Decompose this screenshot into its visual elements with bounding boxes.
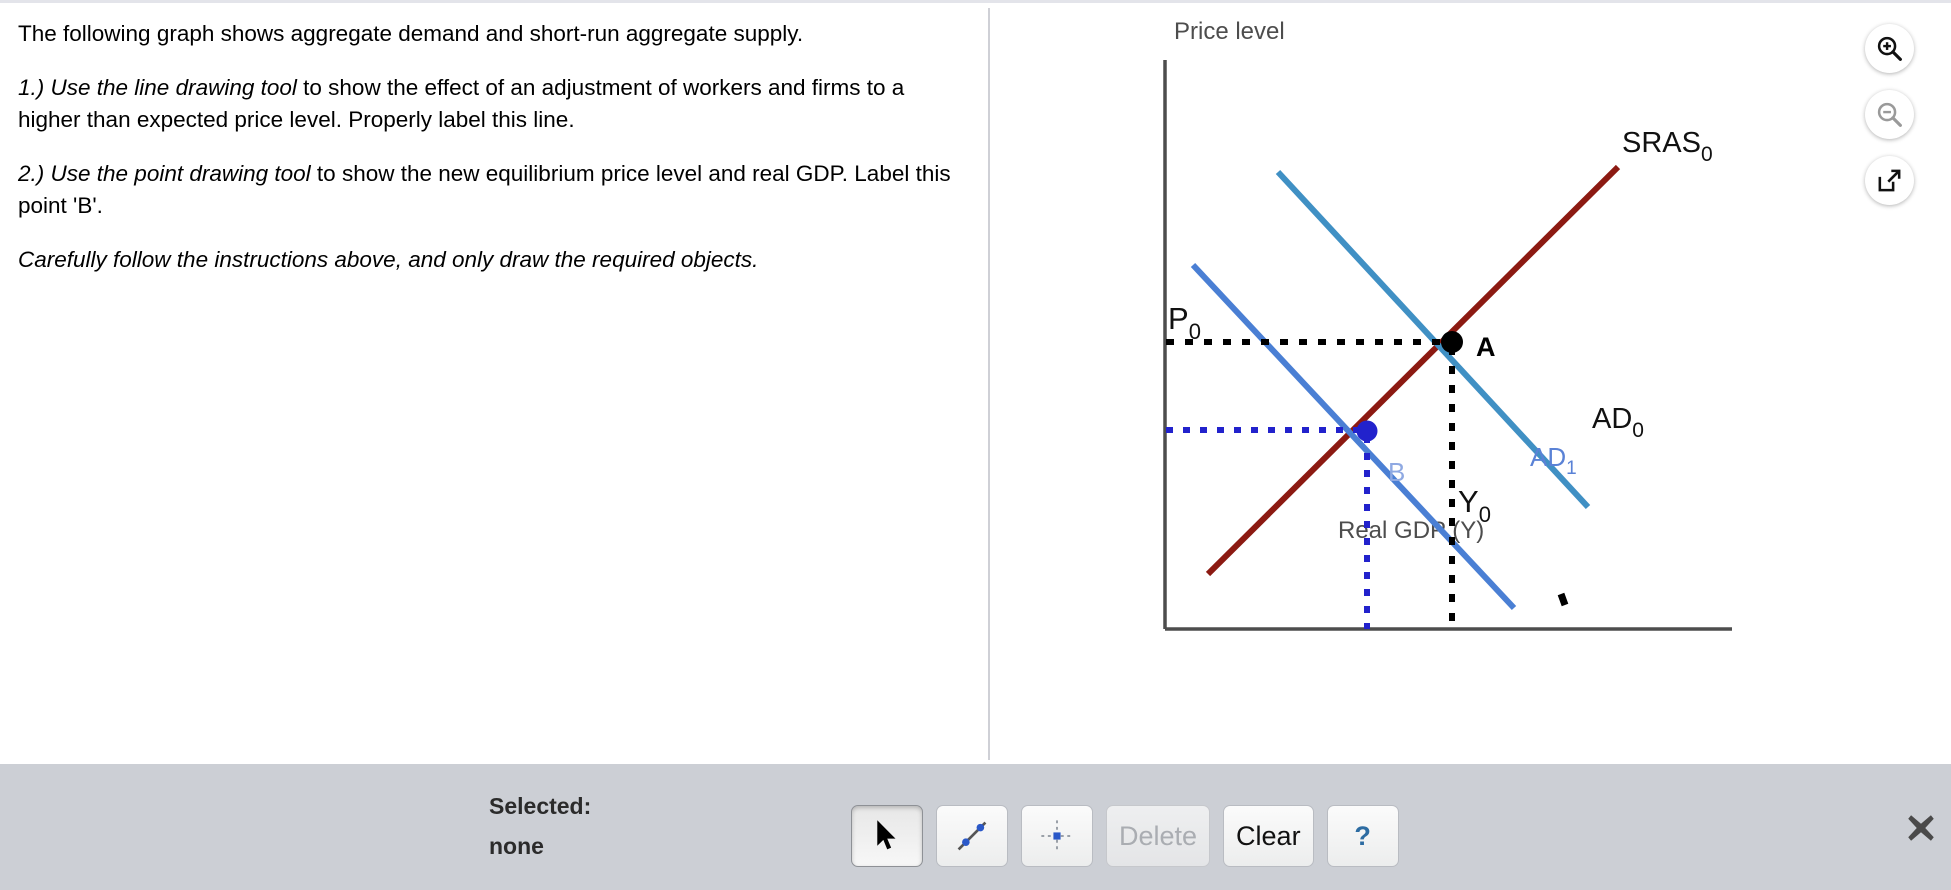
delete-button[interactable]: Delete — [1106, 805, 1211, 867]
point-b-marker[interactable] — [1356, 420, 1378, 442]
exercise-graph-widget: The following graph shows aggregate dema… — [0, 0, 1951, 890]
p0-label: P0 — [1168, 301, 1201, 344]
instructions-pane: The following graph shows aggregate dema… — [0, 4, 988, 764]
point-draw-icon — [1041, 820, 1073, 852]
zoom-out-button[interactable] — [1865, 90, 1914, 139]
ad0-label: AD0 — [1592, 403, 1644, 442]
ad0-label-subscript: 0 — [1632, 419, 1644, 442]
sras0-label-subscript: 0 — [1701, 143, 1713, 166]
ad0-label-text: AD — [1592, 403, 1632, 435]
y-axis-title: Price level — [1174, 18, 1285, 45]
sras0-label-text: SRAS — [1622, 127, 1701, 159]
sras0-label: SRAS0 — [1622, 127, 1713, 166]
selected-label: Selected: — [489, 793, 592, 819]
ad-sras-graph[interactable]: Price level Real GDP (Y) SRAS0 AD0 AD1 P… — [990, 4, 1951, 764]
help-button[interactable]: ? — [1326, 805, 1399, 867]
drawing-toolbar: Selected: none Delete Clear ? — [0, 764, 1951, 890]
select-tool-button[interactable] — [851, 805, 923, 867]
line-draw-icon — [957, 821, 987, 851]
graph-zoom-controls — [1865, 24, 1923, 222]
cursor-arrow-icon — [877, 820, 896, 850]
pop-out-button[interactable] — [1865, 156, 1914, 205]
point-b-label: B — [1388, 457, 1405, 487]
point-tool-button[interactable] — [1021, 805, 1093, 867]
p0-label-text: P — [1168, 301, 1189, 336]
x-axis-title: Real GDP (Y) — [1338, 517, 1484, 544]
zoom-in-icon — [1877, 36, 1902, 61]
zoom-out-icon — [1877, 102, 1902, 127]
line-tool-button[interactable] — [936, 805, 1008, 867]
point-a-label: A — [1476, 332, 1496, 362]
sras0-curve[interactable] — [1205, 164, 1621, 577]
ad1-label-subscript: 1 — [1566, 458, 1577, 479]
instructions-closing: Carefully follow the instructions above,… — [18, 247, 759, 272]
close-button[interactable] — [1904, 811, 1938, 845]
graph-pane[interactable]: Price level Real GDP (Y) SRAS0 AD0 AD1 P… — [990, 4, 1951, 764]
step-1-emphasis: 1.) Use the line drawing tool — [18, 75, 297, 100]
p0-label-subscript: 0 — [1189, 319, 1201, 344]
instructions-intro: The following graph shows aggregate dema… — [18, 21, 804, 46]
instruction-step-2: 2.) Use the point drawing tool to show t… — [18, 158, 970, 222]
top-divider — [0, 0, 1951, 3]
zoom-in-button[interactable] — [1865, 24, 1914, 73]
stray-mark — [1557, 592, 1569, 607]
clear-button[interactable]: Clear — [1223, 805, 1314, 867]
pop-out-icon — [1878, 169, 1901, 192]
selection-status: Selected: none — [489, 786, 591, 866]
y0-label-subscript: 0 — [1479, 502, 1491, 527]
point-a-marker[interactable] — [1441, 331, 1463, 353]
step-2-emphasis: 2.) Use the point drawing tool — [18, 161, 311, 186]
instruction-step-1: 1.) Use the line drawing tool to show th… — [18, 72, 970, 136]
close-icon — [1908, 815, 1934, 841]
selected-value: none — [489, 833, 544, 859]
ad1-label-text: AD — [1530, 442, 1566, 472]
tool-button-group: Delete Clear ? — [851, 805, 1399, 867]
y0-label-text: Y — [1458, 484, 1479, 519]
